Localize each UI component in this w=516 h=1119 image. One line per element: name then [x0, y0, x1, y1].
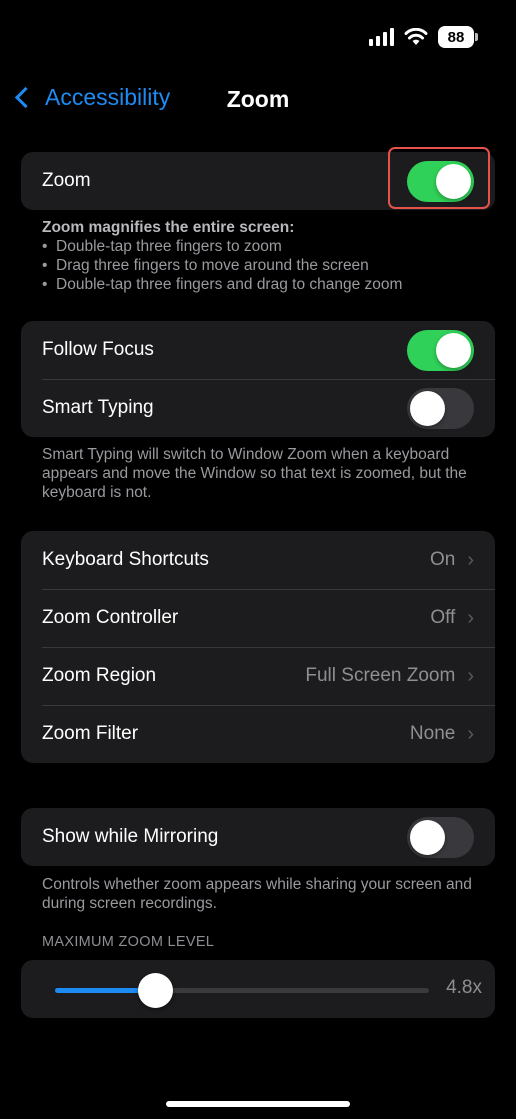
settings-row-zoom-region[interactable]: Zoom Region Full Screen Zoom ›: [21, 647, 495, 705]
max-zoom-group: 4.8x: [21, 960, 495, 1018]
battery-level: 88: [447, 28, 465, 46]
status-icons: 88: [369, 26, 478, 48]
settings-row-label: Keyboard Shortcuts: [42, 549, 209, 570]
mirroring-group: Show while Mirroring: [21, 808, 495, 866]
zoom-description-heading: Zoom magnifies the entire screen:: [42, 219, 295, 236]
battery-icon: 88: [438, 26, 478, 48]
toggle-knob: [436, 332, 471, 368]
show-while-mirroring-row: Show while Mirroring: [21, 808, 495, 866]
settings-row-value: None: [409, 723, 456, 744]
show-while-mirroring-toggle[interactable]: [407, 816, 474, 858]
settings-row-value: On: [429, 549, 456, 570]
chevron-right-icon: ›: [467, 664, 474, 687]
smart-typing-toggle[interactable]: [407, 387, 474, 429]
chevron-right-icon: ›: [467, 548, 474, 571]
max-zoom-header: MAXIMUM ZOOM LEVEL: [42, 934, 215, 950]
toggle-knob: [410, 390, 445, 426]
zoom-bullet-2: Drag three fingers to move around the sc…: [56, 257, 369, 274]
chevron-right-icon: ›: [467, 606, 474, 629]
zoom-bullet-3: Double-tap three fingers and drag to cha…: [56, 276, 403, 293]
settings-row-label: Zoom Controller: [42, 607, 179, 628]
zoom-settings-group: Keyboard Shortcuts On › Zoom Controller …: [21, 531, 495, 763]
slider-thumb[interactable]: [138, 973, 174, 1008]
status-bar: 88: [0, 0, 516, 70]
toggle-knob: [410, 819, 445, 855]
zoom-label: Zoom: [42, 170, 91, 191]
follow-focus-row: Follow Focus: [21, 321, 495, 379]
smart-typing-row: Smart Typing: [21, 379, 495, 437]
cellular-signal-icon: [369, 28, 394, 46]
settings-row-zoom-filter[interactable]: Zoom Filter None ›: [21, 705, 495, 763]
settings-row-zoom-controller[interactable]: Zoom Controller Off ›: [21, 589, 495, 647]
chevron-right-icon: ›: [467, 722, 474, 745]
settings-row-label: Zoom Filter: [42, 723, 139, 744]
focus-group: Follow Focus Smart Typing: [21, 321, 495, 437]
page-title: Zoom: [226, 86, 290, 112]
show-while-mirroring-label: Show while Mirroring: [42, 826, 219, 847]
zoom-bullet-1: Double-tap three fingers to zoom: [56, 238, 282, 255]
follow-focus-toggle[interactable]: [407, 329, 474, 371]
mirroring-description: Controls whether zoom appears while shar…: [42, 876, 472, 912]
smart-typing-label: Smart Typing: [42, 397, 154, 418]
settings-row-label: Zoom Region: [42, 665, 157, 686]
home-indicator: [166, 1101, 350, 1107]
settings-row-value: Full Screen Zoom: [305, 665, 456, 686]
settings-row-keyboard-shortcuts[interactable]: Keyboard Shortcuts On ›: [21, 531, 495, 589]
max-zoom-value: 4.8x: [446, 977, 482, 998]
zoom-description: Zoom magnifies the entire screen: • Doub…: [42, 219, 403, 293]
max-zoom-slider[interactable]: [55, 973, 429, 1008]
navigation-bar: Accessibility Zoom: [0, 80, 516, 120]
follow-focus-label: Follow Focus: [42, 339, 154, 360]
smart-typing-description: Smart Typing will switch to Window Zoom …: [42, 446, 467, 501]
wifi-icon: [404, 28, 428, 45]
settings-row-value: Off: [430, 607, 456, 628]
zoom-toggle-highlight: [388, 147, 490, 209]
